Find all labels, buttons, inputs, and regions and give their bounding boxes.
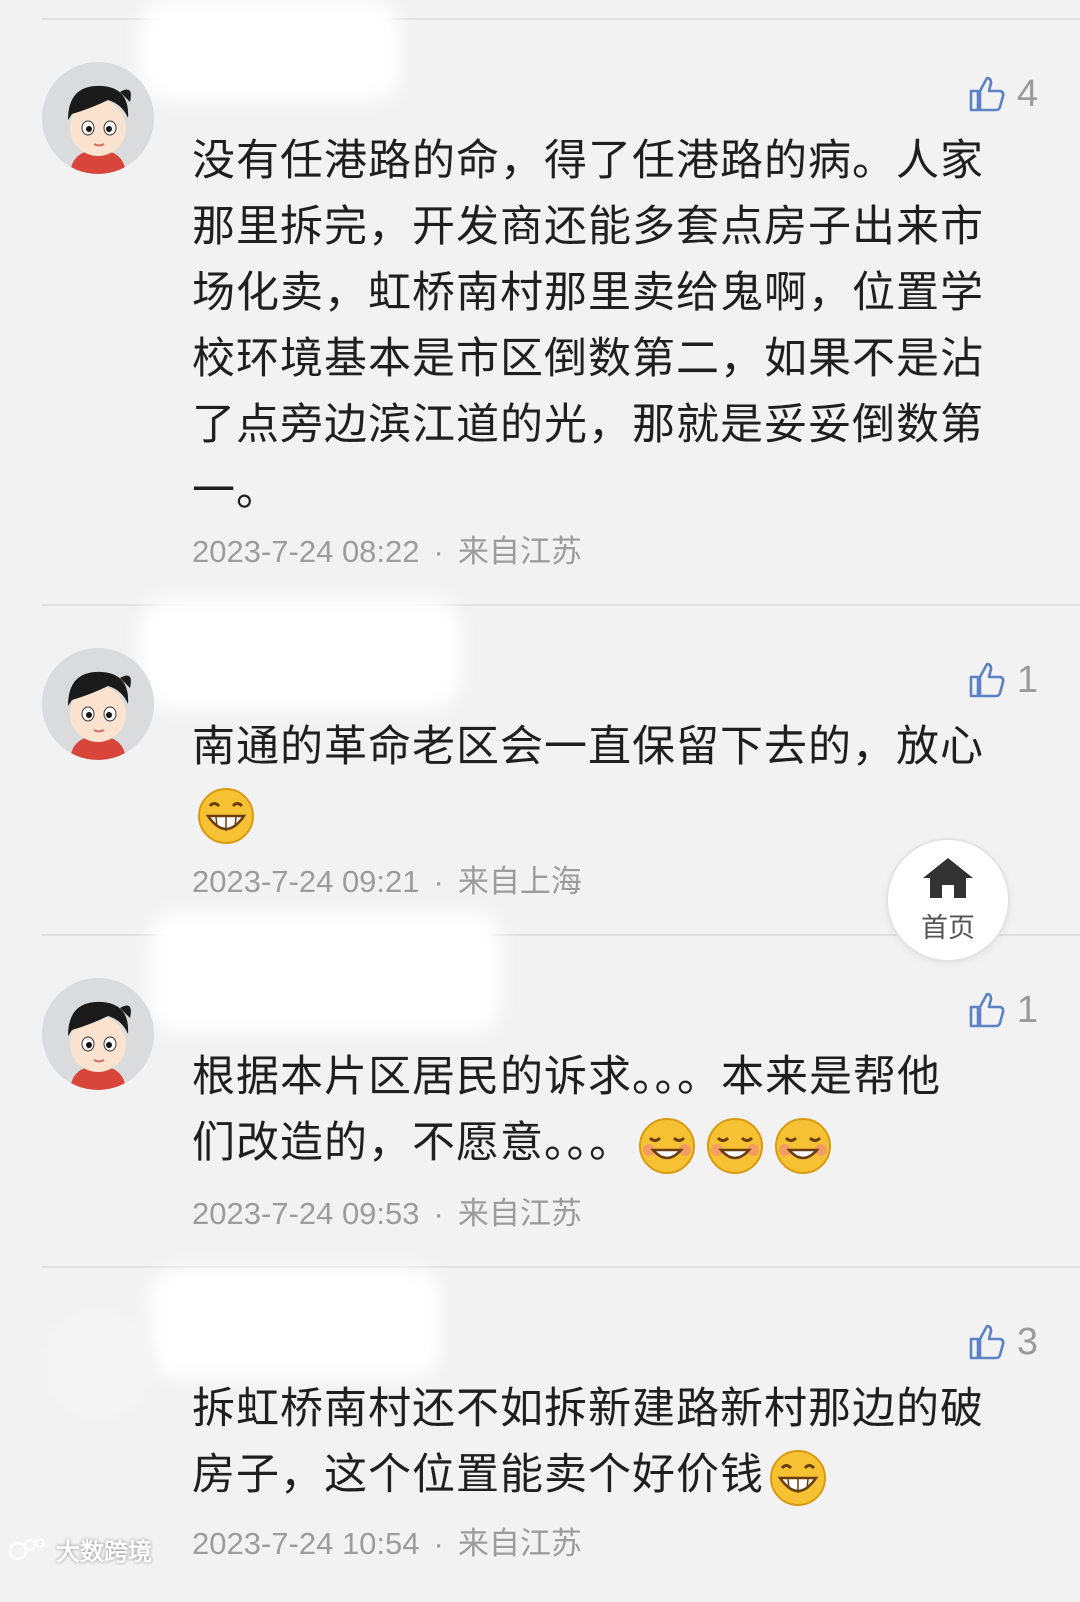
location: 来自江苏 <box>457 1196 582 1231</box>
separator: · <box>433 1526 444 1561</box>
location: 来自江苏 <box>457 1526 582 1561</box>
cartoon-avatar-icon <box>42 62 154 174</box>
like-button[interactable]: 1 <box>967 988 1038 1031</box>
timestamp: 2023-7-24 09:21 <box>192 864 420 899</box>
username-redacted <box>150 1268 440 1378</box>
comment-text-line: 们改造的，不愿意。。。 <box>192 1118 633 1168</box>
comment-text-line-with-emoji: 房子，这个位置能卖个好价钱 <box>192 1442 1002 1508</box>
like-count: 1 <box>1016 988 1038 1031</box>
location: 来自江苏 <box>457 534 582 569</box>
watermark: 大数跨境 <box>8 1532 152 1567</box>
username-redacted <box>140 598 460 708</box>
laughing-emoji-icon <box>707 1117 763 1174</box>
comment-text-line-with-emoji: 们改造的，不愿意。。。 <box>192 1110 1002 1176</box>
grin-emoji-icon <box>770 1449 826 1506</box>
comment-text: 根据本片区居民的诉求。。。本来是帮他 们改造的，不愿意。。。 <box>192 1044 1002 1176</box>
avatar[interactable] <box>42 62 154 174</box>
comment-text-line: 那里拆完，开发商还能多套点房子出来市 <box>192 202 984 252</box>
timestamp: 2023-7-24 09:53 <box>192 1196 420 1231</box>
cartoon-avatar-icon <box>42 648 154 760</box>
emoji-row <box>192 780 1002 846</box>
home-button-label: 首页 <box>921 912 975 944</box>
like-button[interactable]: 4 <box>967 72 1038 115</box>
like-button[interactable]: 1 <box>967 658 1038 701</box>
avatar[interactable] <box>42 1308 154 1420</box>
thumbs-up-icon <box>969 76 1005 112</box>
comment-meta: 2023-7-24 09:53 · 来自江苏 <box>192 1188 582 1233</box>
comment-meta: 2023-7-24 08:22 · 来自江苏 <box>192 526 582 571</box>
grin-emoji-icon <box>198 787 254 844</box>
comment-text: 没有任港路的命，得了任港路的病。人家 那里拆完，开发商还能多套点房子出来市 场化… <box>192 128 1002 524</box>
separator: · <box>433 1196 444 1231</box>
timestamp: 2023-7-24 10:54 <box>192 1526 420 1561</box>
comment-meta: 2023-7-24 09:21 · 来自上海 <box>192 856 582 901</box>
comment-text: 拆虹桥南村还不如拆新建路新村那边的破 房子，这个位置能卖个好价钱 <box>192 1376 1002 1508</box>
comment-text-line: 根据本片区居民的诉求。。。本来是帮他 <box>192 1052 941 1102</box>
timestamp: 2023-7-24 08:22 <box>192 534 420 569</box>
cartoon-avatar-icon <box>42 978 154 1090</box>
watermark-text: 大数跨境 <box>56 1538 152 1566</box>
like-button[interactable]: 3 <box>967 1320 1038 1363</box>
comment-text-line: 拆虹桥南村还不如拆新建路新村那边的破 <box>192 1384 984 1434</box>
comment-text: 南通的革命老区会一直保留下去的，放心 <box>192 714 1002 846</box>
comment-text-line: 房子，这个位置能卖个好价钱 <box>192 1450 764 1500</box>
thumbs-up-icon <box>969 662 1005 698</box>
avatar[interactable] <box>42 978 154 1090</box>
separator: · <box>433 864 444 899</box>
like-count: 4 <box>1016 72 1038 115</box>
comment-meta: 2023-7-24 10:54 · 来自江苏 <box>192 1518 582 1563</box>
thumbs-up-icon <box>969 992 1005 1028</box>
location: 来自上海 <box>457 864 582 899</box>
thumbs-up-icon <box>969 1324 1005 1360</box>
like-count: 3 <box>1016 1320 1038 1363</box>
avatar[interactable] <box>42 648 154 760</box>
home-icon <box>923 857 973 898</box>
home-button[interactable]: 首页 <box>886 838 1010 962</box>
username-redacted <box>150 912 500 1032</box>
separator: · <box>433 534 444 569</box>
watermark-logo-icon <box>8 1537 45 1560</box>
comment-text-line: 南通的革命老区会一直保留下去的，放心 <box>192 722 984 772</box>
like-count: 1 <box>1016 658 1038 701</box>
laughing-emoji-icon <box>775 1117 831 1174</box>
comment-text-line: 校环境基本是市区倒数第二，如果不是沾 <box>192 334 984 384</box>
comment-text-line: 了点旁边滨江道的光，那就是妥妥倒数第 <box>192 400 984 450</box>
comment-text-line: 没有任港路的命，得了任港路的病。人家 <box>192 136 984 186</box>
comment-text-line: 场化卖，虹桥南村那里卖给鬼啊，位置学 <box>192 268 984 318</box>
username-redacted <box>140 0 400 100</box>
comment-text-line: 一。 <box>192 466 280 516</box>
laughing-emoji-icon <box>639 1117 695 1174</box>
